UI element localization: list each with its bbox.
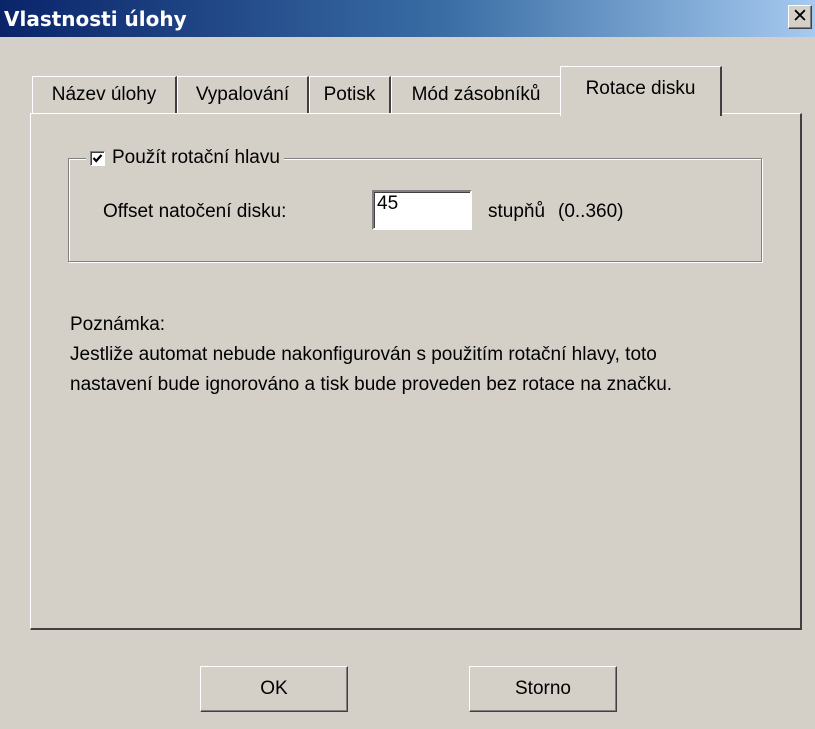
unit-label: stupňů xyxy=(488,201,546,222)
range-label: (0..360) xyxy=(558,201,624,222)
title-bar: Vlastnosti úlohy ✕ xyxy=(0,0,815,37)
tab-label: Vypalování xyxy=(195,84,290,105)
tab-nazev-ulohy[interactable]: Název úlohy xyxy=(32,76,177,114)
use-rotation-head-checkbox[interactable]: Použít rotační hlavu xyxy=(86,144,284,172)
checkmark-icon xyxy=(92,153,103,163)
close-button[interactable]: ✕ xyxy=(788,5,812,29)
note-text-line-1: Jestliže automat nebude nakonfigurován s… xyxy=(70,344,657,365)
ok-button[interactable]: OK xyxy=(200,666,348,712)
note-heading: Poznámka: xyxy=(70,314,166,335)
tab-label: Název úlohy xyxy=(51,84,157,105)
tab-label: Potisk xyxy=(323,84,376,105)
tab-vypalovani[interactable]: Vypalování xyxy=(177,76,309,114)
offset-label: Offset natočení disku: xyxy=(103,201,287,222)
tab-label: Rotace disku xyxy=(585,78,696,99)
checkbox-label: Použít rotační hlavu xyxy=(112,147,280,168)
close-icon: ✕ xyxy=(792,5,808,27)
window-title: Vlastnosti úlohy xyxy=(4,7,187,31)
cancel-button[interactable]: Storno xyxy=(469,666,617,712)
tab-label: Mód zásobníků xyxy=(411,84,541,105)
tab-mod-zasobniku[interactable]: Mód zásobníků xyxy=(391,76,562,114)
tab-potisk[interactable]: Potisk xyxy=(309,76,391,114)
checkbox-box[interactable] xyxy=(90,150,105,166)
tab-rotace-disku[interactable]: Rotace disku xyxy=(560,66,722,116)
note-text-line-2: nastavení bude ignorováno a tisk bude pr… xyxy=(70,374,673,395)
offset-input[interactable] xyxy=(372,190,472,230)
